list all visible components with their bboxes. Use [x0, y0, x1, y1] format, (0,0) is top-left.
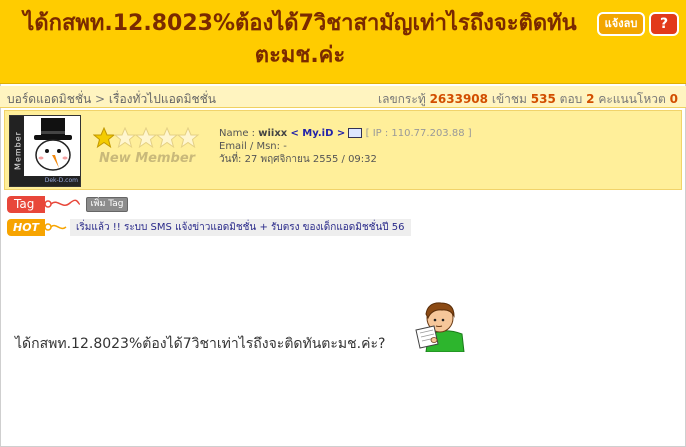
- post-date: วันที่: 27 พฤศจิกายน 2555 / 09:32: [219, 154, 377, 165]
- myid-link[interactable]: < My.iD >: [290, 128, 345, 139]
- member-rank: New Member: [99, 151, 196, 166]
- message-card-icon[interactable]: [348, 128, 363, 138]
- hot-badge: HOT: [7, 219, 45, 236]
- score-value: 0: [669, 92, 678, 106]
- breadcrumb-board-link[interactable]: บอร์ดแอดมิชชั่น: [7, 92, 91, 106]
- tag-string-icon: [44, 199, 80, 208]
- breadcrumb-category-link[interactable]: เรื่องทั่วไปแอดมิชชั่น: [109, 92, 216, 106]
- author-info-panel: Member Dek-D.com New Member Name: wiixx…: [4, 110, 682, 190]
- star-icon: [93, 127, 116, 149]
- topic-header: ได้กสพท.12.8023%ต้องได้7วิชาสามัญเท่าไรถ…: [0, 0, 686, 84]
- views-label: เข้าชม: [491, 92, 527, 106]
- avatar[interactable]: Member Dek-D.com: [9, 115, 81, 187]
- star-empty-icon: [113, 127, 200, 149]
- topic-id-value: 2633908: [429, 92, 489, 106]
- post-body-text: ได้กสพท.12.8023%ต้องได้7วิชาเท่าไรถึงจะต…: [15, 336, 386, 352]
- breadcrumb-bar: บอร์ดแอดมิชชั่น > เรื่องทั่วไปแอดมิชชั่น…: [0, 86, 686, 108]
- author-name-line: Name : wiixx < My.iD > [ IP : 110.77.203…: [219, 127, 472, 140]
- score-label: คะแนนโหวต: [598, 92, 666, 106]
- replies-value: 2: [586, 92, 595, 106]
- avatar-member-strip: Member: [10, 116, 24, 186]
- author-email: Email / Msn: -: [219, 141, 287, 152]
- report-button[interactable]: แจ้งลบ: [597, 12, 645, 36]
- add-tag-button[interactable]: เพิ่ม Tag: [86, 197, 128, 212]
- avatar-site-label: Dek-D.com: [24, 176, 80, 186]
- tag-badge: Tag: [7, 196, 45, 213]
- name-label: Name :: [219, 128, 256, 139]
- replies-label: ตอบ: [559, 92, 583, 106]
- rating-stars: [93, 127, 200, 149]
- hot-news-link[interactable]: เริ่มแล้ว !! ระบบ SMS แจ้งข่าวแอดมิชชั่น…: [70, 219, 411, 236]
- reading-boy-icon: [415, 302, 465, 352]
- topic-title: ได้กสพท.12.8023%ต้องได้7วิชาสามัญเท่าไรถ…: [23, 11, 577, 68]
- breadcrumb: บอร์ดแอดมิชชั่น > เรื่องทั่วไปแอดมิชชั่น: [7, 90, 216, 109]
- help-button[interactable]: ?: [649, 12, 679, 36]
- author-ip: [ IP : 110.77.203.88 ]: [365, 128, 472, 139]
- author-meta: Name : wiixx < My.iD > [ IP : 110.77.203…: [219, 127, 472, 166]
- topic-stats: เลขกระทู้ 2633908 เข้าชม 535 ตอบ 2 คะแนน…: [378, 90, 678, 109]
- snowman-avatar-icon: [34, 118, 72, 171]
- views-value: 535: [530, 92, 556, 106]
- breadcrumb-separator: >: [95, 92, 106, 106]
- topic-id-label: เลขกระทู้: [378, 92, 426, 106]
- author-name[interactable]: wiixx: [258, 128, 287, 139]
